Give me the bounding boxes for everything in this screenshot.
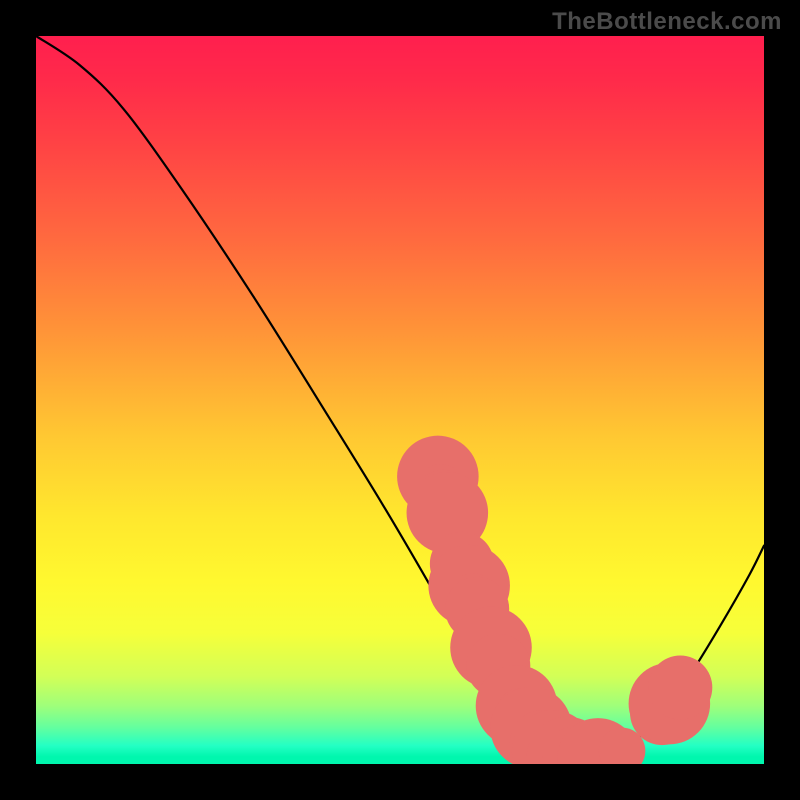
watermark-text: TheBottleneck.com xyxy=(552,8,782,36)
data-point xyxy=(648,656,712,720)
plot-area xyxy=(36,36,764,764)
chart-frame: TheBottleneck.com xyxy=(0,0,800,800)
bottleneck-curve-svg xyxy=(36,36,764,764)
data-points xyxy=(397,436,712,764)
bottleneck-curve xyxy=(36,36,764,761)
